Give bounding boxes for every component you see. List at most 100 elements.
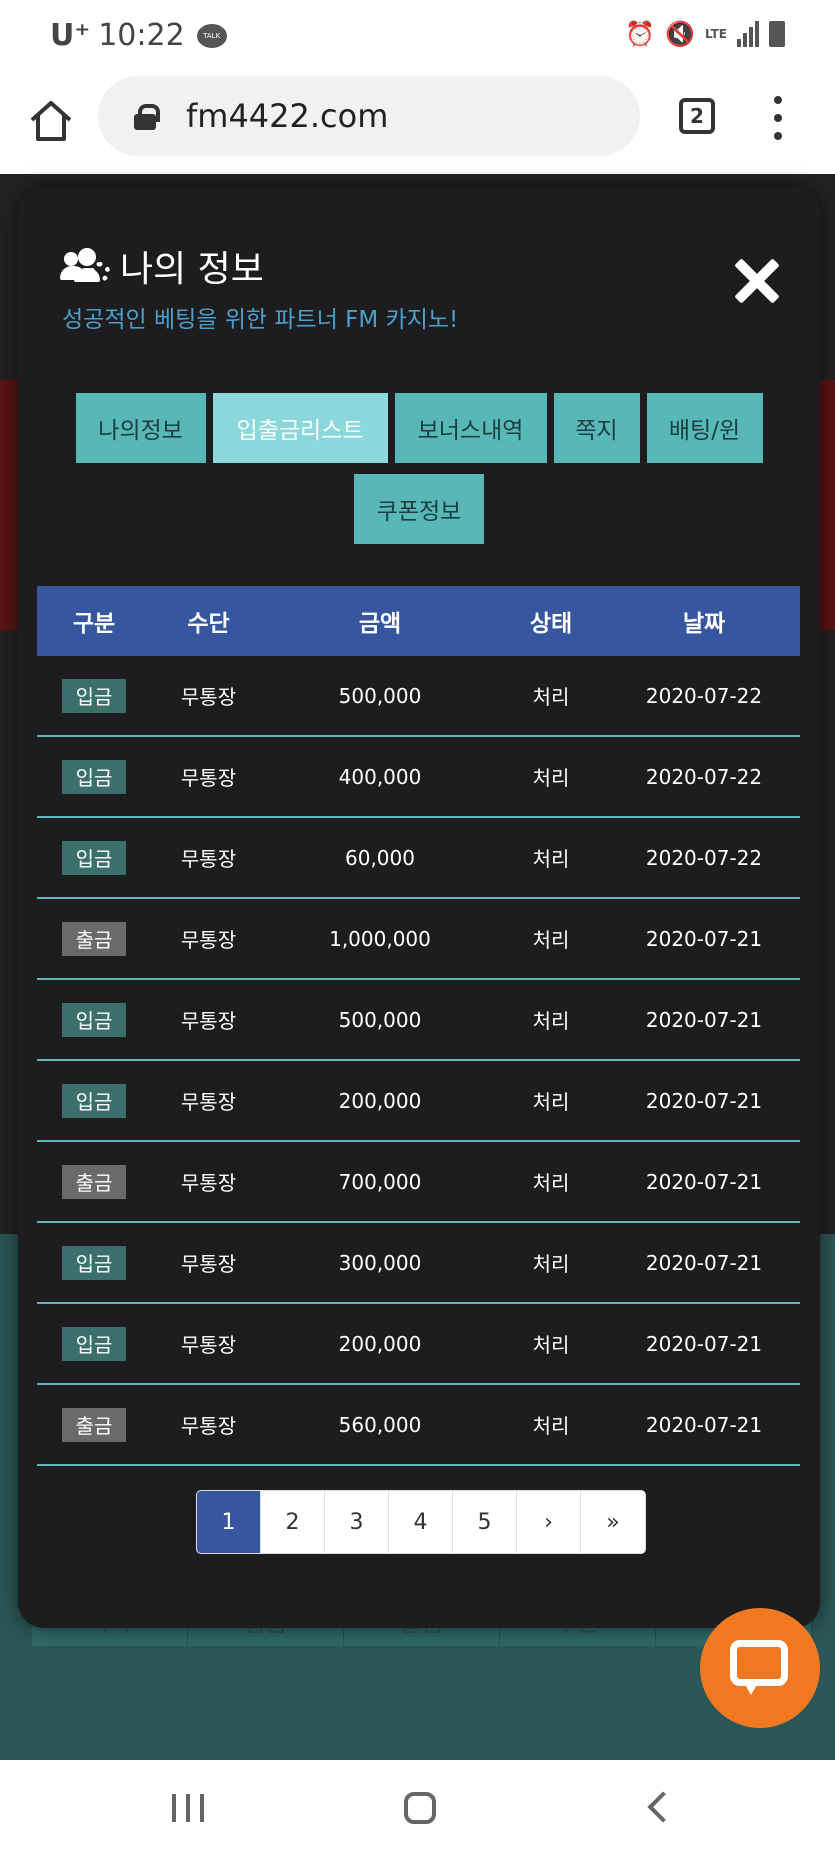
lock-icon (134, 104, 160, 130)
battery-icon (769, 21, 785, 47)
method-cell: 무통장 (180, 1252, 237, 1276)
date-cell: 2020-07-21 (645, 1169, 763, 1194)
page-button-3[interactable]: 3 (325, 1491, 389, 1553)
chat-button[interactable] (700, 1608, 820, 1728)
tab-bonus-history[interactable]: 보너스내역 (394, 393, 547, 463)
status-right: ⏰ 🔇 LTE (625, 20, 785, 48)
table-header: 구분 수단 금액 상태 날짜 (37, 586, 800, 656)
amount-cell: 500,000 (338, 683, 422, 708)
clock: 10:22 (98, 18, 185, 53)
modal-subtitle: 성공적인 베팅을 위한 파트너 FM 카지노! (62, 307, 459, 333)
deposit-badge: 입금 (62, 759, 126, 794)
status-cell: 처리 (532, 928, 570, 952)
browser-toolbar: fm4422.com 2 (0, 76, 835, 174)
date-cell: 2020-07-21 (645, 1331, 763, 1356)
deposit-badge: 입금 (62, 840, 126, 875)
deposit-badge: 입금 (62, 1002, 126, 1037)
table-body: 입금 무통장 500,000 처리 2020-07-22 입금 무통장 400,000 처리 20… (37, 656, 800, 1466)
method-cell: 무통장 (180, 847, 237, 871)
carrier-label: U⁺ (50, 18, 91, 53)
pagination: 1 2 3 4 5 ›» (196, 1490, 646, 1554)
header-date: 날짜 (682, 611, 726, 637)
date-cell: 2020-07-21 (645, 1007, 763, 1032)
table-row: 입금 무통장 200,000 처리 2020-07-21 (37, 1061, 800, 1142)
withdraw-badge: 출금 (62, 921, 126, 956)
amount-cell: 500,000 (338, 1007, 422, 1032)
header-type: 구분 (72, 611, 116, 637)
signal-icon (737, 21, 759, 47)
status-cell: 처리 (532, 1090, 570, 1114)
table-row: 출금 무통장 700,000 처리 2020-07-21 (37, 1142, 800, 1223)
tab-deposit-withdraw-list[interactable]: 입출금리스트 (212, 393, 388, 463)
method-cell: 무통장 (180, 685, 237, 709)
tab-switcher-button[interactable]: 2 (679, 98, 715, 134)
withdraw-badge: 출금 (62, 1407, 126, 1442)
method-cell: 무통장 (180, 1171, 237, 1195)
status-cell: 처리 (532, 847, 570, 871)
alarm-icon: ⏰ (625, 20, 656, 48)
page-button-2[interactable]: 2 (261, 1491, 325, 1553)
method-cell: 무통장 (180, 928, 237, 952)
amount-cell: 200,000 (338, 1088, 422, 1113)
date-cell: 2020-07-22 (645, 683, 763, 708)
status-cell: 처리 (532, 1171, 570, 1195)
type-cell: 입금 (37, 759, 151, 794)
type-cell: 입금 (37, 1245, 151, 1280)
transaction-table: 구분 수단 금액 상태 날짜 입금 무통장 500,000 처리 2020-07-22 입… (37, 586, 800, 1466)
header-amount: 금액 (358, 611, 402, 637)
amount-cell: 200,000 (338, 1331, 422, 1356)
amount-cell: 60,000 (345, 845, 415, 870)
url-text: fm4422.com (186, 97, 389, 135)
chat-bubble-icon (730, 1640, 788, 1695)
status-cell: 처리 (532, 685, 570, 709)
modal-title-text: 나의 정보 (120, 249, 264, 290)
table-row: 출금 무통장 1,000,000 처리 2020-07-21 (37, 899, 800, 980)
table-row: 입금 무통장 500,000 처리 2020-07-22 (37, 656, 800, 737)
tab-messages[interactable]: 쪽지 (553, 393, 640, 463)
home-icon[interactable] (28, 98, 74, 144)
type-cell: 입금 (37, 840, 151, 875)
amount-cell: 1,000,000 (329, 926, 431, 951)
home-nav-icon[interactable] (404, 1792, 436, 1824)
my-info-modal: 나의 정보 성공적인 베팅을 위한 파트너 FM 카지노! 나의정보 입출금리스… (18, 188, 820, 1628)
page-button-5[interactable]: 5 (453, 1491, 517, 1553)
method-cell: 무통장 (180, 1090, 237, 1114)
type-cell: 출금 (37, 1164, 151, 1199)
status-cell: 처리 (532, 1252, 570, 1276)
tab-my-info[interactable]: 나의정보 (75, 393, 206, 463)
header-status: 상태 (529, 611, 573, 637)
status-cell: 처리 (532, 1414, 570, 1438)
withdraw-badge: 출금 (62, 1164, 126, 1199)
page-button-1[interactable]: 1 (197, 1491, 261, 1553)
close-icon[interactable] (734, 258, 780, 304)
tab-betting-win[interactable]: 배팅/윈 (646, 393, 763, 463)
table-row: 입금 무통장 400,000 처리 2020-07-22 (37, 737, 800, 818)
amount-cell: 560,000 (338, 1412, 422, 1437)
method-cell: 무통장 (180, 1333, 237, 1357)
next-page-button[interactable]: › (517, 1491, 581, 1553)
status-left: U⁺ 10:22 TALK (50, 18, 227, 53)
table-row: 출금 무통장 560,000 처리 2020-07-21 (37, 1385, 800, 1466)
status-cell: 처리 (532, 766, 570, 790)
address-bar[interactable]: fm4422.com (98, 76, 640, 156)
amount-cell: 700,000 (338, 1169, 422, 1194)
deposit-badge: 입금 (62, 1245, 126, 1280)
tab-coupon-info[interactable]: 쿠폰정보 (354, 474, 484, 544)
recent-apps-icon[interactable] (172, 1794, 204, 1822)
method-cell: 무통장 (180, 1009, 237, 1033)
type-cell: 입금 (37, 678, 151, 713)
date-cell: 2020-07-21 (645, 926, 763, 951)
back-icon[interactable] (647, 1791, 679, 1823)
mute-icon: 🔇 (665, 20, 695, 48)
type-cell: 입금 (37, 1002, 151, 1037)
deposit-badge: 입금 (62, 1083, 126, 1118)
date-cell: 2020-07-22 (645, 764, 763, 789)
modal-title: 나의 정보 (60, 240, 264, 292)
type-cell: 출금 (37, 1407, 151, 1442)
last-page-button[interactable]: » (581, 1491, 645, 1553)
page-button-4[interactable]: 4 (389, 1491, 453, 1553)
overflow-menu-icon[interactable] (770, 96, 786, 140)
users-cog-icon (60, 248, 110, 284)
status-bar: U⁺ 10:22 TALK ⏰ 🔇 LTE (0, 0, 835, 76)
table-row: 입금 무통장 500,000 처리 2020-07-21 (37, 980, 800, 1061)
